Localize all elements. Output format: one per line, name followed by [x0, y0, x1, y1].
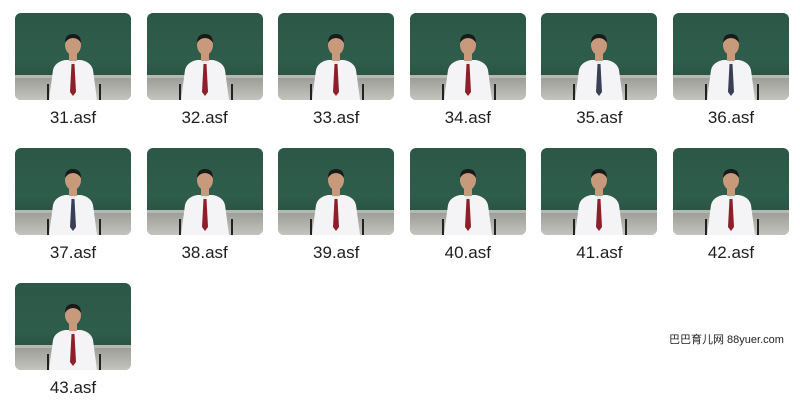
video-thumbnail[interactable] — [541, 148, 658, 235]
speaker-figure — [308, 161, 364, 235]
microphone-stand — [573, 219, 576, 235]
microphone-stand — [493, 219, 496, 235]
speaker-figure — [45, 161, 101, 235]
microphone-stand — [230, 219, 233, 235]
microphone-stand — [625, 219, 628, 235]
file-name[interactable]: 36.asf — [673, 108, 789, 128]
video-thumbnail[interactable] — [409, 148, 526, 235]
file-name[interactable]: 32.asf — [147, 108, 263, 128]
microphone-stand — [704, 84, 707, 100]
video-thumbnail[interactable] — [146, 13, 263, 100]
microphone-stand — [362, 84, 365, 100]
microphone-stand — [310, 219, 313, 235]
file-tile[interactable]: 31.asf — [15, 13, 131, 148]
file-tile[interactable]: 34.asf — [409, 13, 526, 148]
microphone-stand — [99, 219, 101, 235]
microphone-stand — [178, 84, 181, 100]
video-thumbnail[interactable] — [672, 13, 789, 100]
video-thumbnail[interactable] — [15, 283, 131, 370]
video-thumbnail[interactable] — [15, 13, 131, 100]
speaker-figure — [703, 26, 759, 100]
file-name[interactable]: 31.asf — [15, 108, 131, 128]
microphone-stand — [704, 219, 707, 235]
video-thumbnail[interactable] — [278, 148, 395, 235]
video-thumbnail[interactable] — [672, 148, 789, 235]
microphone-stand — [47, 219, 49, 235]
file-tile[interactable]: 33.asf — [278, 13, 395, 148]
microphone-stand — [47, 84, 49, 100]
file-name[interactable]: 38.asf — [147, 243, 263, 263]
file-browser-view: 31.asf 32.asf 33.asf 34.asf 35.asf 36.asf 37.a… — [0, 0, 800, 408]
microphone-stand — [573, 84, 576, 100]
file-tile[interactable]: 38.asf — [146, 148, 263, 283]
file-tile[interactable]: 43.asf — [15, 283, 131, 408]
speaker-figure — [177, 26, 233, 100]
file-name[interactable]: 35.asf — [541, 108, 657, 128]
speaker-figure — [703, 161, 759, 235]
video-thumbnail[interactable] — [278, 13, 395, 100]
microphone-stand — [441, 84, 444, 100]
video-thumbnail[interactable] — [15, 148, 131, 235]
speaker-figure — [308, 26, 364, 100]
microphone-stand — [625, 84, 628, 100]
thumbnail-grid: 31.asf 32.asf 33.asf 34.asf 35.asf 36.asf 37.a… — [15, 13, 789, 408]
file-name[interactable]: 34.asf — [410, 108, 526, 128]
video-thumbnail[interactable] — [409, 13, 526, 100]
file-tile[interactable]: 35.asf — [541, 13, 658, 148]
file-name[interactable]: 41.asf — [541, 243, 657, 263]
microphone-stand — [756, 219, 759, 235]
microphone-stand — [362, 219, 365, 235]
file-name[interactable]: 43.asf — [15, 378, 131, 398]
microphone-stand — [99, 354, 101, 370]
speaker-figure — [571, 26, 627, 100]
microphone-stand — [178, 219, 181, 235]
microphone-stand — [99, 84, 101, 100]
microphone-stand — [310, 84, 313, 100]
microphone-stand — [493, 84, 496, 100]
video-thumbnail[interactable] — [541, 13, 658, 100]
file-name[interactable]: 33.asf — [278, 108, 394, 128]
speaker-figure — [571, 161, 627, 235]
file-name[interactable]: 42.asf — [673, 243, 789, 263]
file-tile[interactable]: 42.asf — [672, 148, 789, 283]
video-thumbnail[interactable] — [146, 148, 263, 235]
speaker-figure — [45, 296, 101, 370]
file-tile[interactable]: 37.asf — [15, 148, 131, 283]
file-name[interactable]: 39.asf — [278, 243, 394, 263]
microphone-stand — [230, 84, 233, 100]
file-tile[interactable]: 41.asf — [541, 148, 658, 283]
file-tile[interactable]: 36.asf — [672, 13, 789, 148]
file-name[interactable]: 40.asf — [410, 243, 526, 263]
watermark: 巴巴育儿网 88yuer.com — [669, 334, 784, 346]
file-name[interactable]: 37.asf — [15, 243, 131, 263]
speaker-figure — [440, 26, 496, 100]
microphone-stand — [47, 354, 49, 370]
microphone-stand — [441, 219, 444, 235]
microphone-stand — [756, 84, 759, 100]
speaker-figure — [45, 26, 101, 100]
file-tile[interactable]: 39.asf — [278, 148, 395, 283]
speaker-figure — [177, 161, 233, 235]
file-tile[interactable]: 40.asf — [409, 148, 526, 283]
file-tile[interactable]: 32.asf — [146, 13, 263, 148]
speaker-figure — [440, 161, 496, 235]
